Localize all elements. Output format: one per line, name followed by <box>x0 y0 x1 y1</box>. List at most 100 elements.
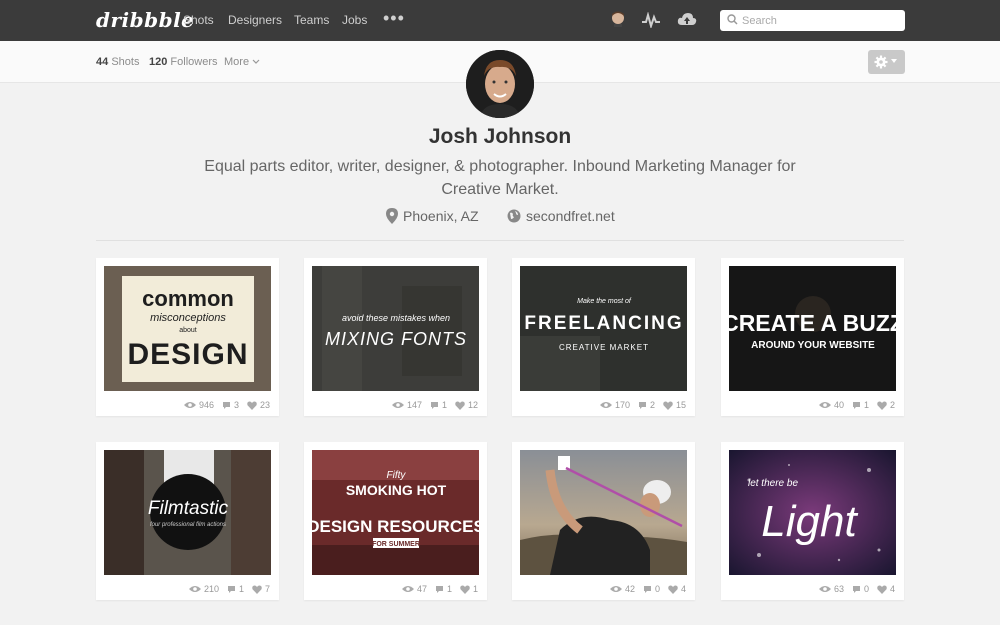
shot-views: 170 <box>599 400 630 410</box>
views-eye-icon <box>401 586 414 592</box>
views-count: 946 <box>198 400 214 410</box>
profile-website-link[interactable]: secondfret.net <box>507 208 615 224</box>
shot-likes[interactable]: 12 <box>455 400 478 410</box>
views-eye-icon <box>183 402 196 408</box>
shot-title-text: Light <box>761 497 858 546</box>
profile-avatar[interactable] <box>466 50 534 118</box>
shot-views: 63 <box>818 584 844 594</box>
upload-cloud-icon[interactable] <box>677 11 697 32</box>
views-eye-icon <box>391 402 404 408</box>
shot-views: 42 <box>609 584 635 594</box>
likes-heart-icon <box>252 584 262 594</box>
likes-count: 2 <box>889 400 895 410</box>
shot-likes[interactable]: 2 <box>877 400 895 410</box>
shot-title-text: DESIGN RESOURCES <box>312 517 479 536</box>
shot-likes[interactable]: 15 <box>663 400 686 410</box>
shot-card[interactable]: let there be Light 63 0 4 <box>721 442 904 600</box>
settings-gear-button[interactable] <box>868 50 905 74</box>
shot-title-text: CREATIVE MARKET <box>559 343 649 352</box>
comments-count: 2 <box>649 400 655 410</box>
search-icon <box>727 14 738 25</box>
gear-icon <box>874 55 888 69</box>
comments-bubble-icon <box>852 585 860 593</box>
shot-likes[interactable]: 7 <box>252 584 270 594</box>
comments-bubble-icon <box>227 585 235 593</box>
shot-comments[interactable]: 1 <box>435 584 452 594</box>
comments-count: 0 <box>863 584 869 594</box>
shot-likes[interactable]: 1 <box>460 584 478 594</box>
likes-heart-icon <box>460 584 470 594</box>
shot-title-text: DESIGN <box>127 338 248 371</box>
shot-stats: 63 0 4 <box>818 584 895 594</box>
shot-stats: 42 0 4 <box>609 584 686 594</box>
likes-heart-icon <box>668 584 678 594</box>
shot-stats: 170 2 15 <box>599 400 686 410</box>
nav-link-shots[interactable]: Shots <box>183 13 214 27</box>
shot-card[interactable]: Make the most of FREELANCING CREATIVE MARK… <box>512 258 695 416</box>
comments-bubble-icon <box>435 585 443 593</box>
more-menu-dots-icon[interactable]: ••• <box>383 8 405 29</box>
likes-count: 4 <box>889 584 895 594</box>
shot-comments[interactable]: 3 <box>222 400 239 410</box>
chevron-down-icon <box>252 59 260 64</box>
more-dropdown[interactable]: More <box>224 56 260 68</box>
shot-thumbnail[interactable] <box>520 450 687 575</box>
shot-title-text: Filmtastic <box>148 498 229 519</box>
shot-thumbnail[interactable]: common misconceptions about DESIGN <box>104 266 271 391</box>
followers-count: 120 <box>149 56 168 68</box>
comments-bubble-icon <box>852 401 860 409</box>
search-input[interactable] <box>742 12 897 29</box>
top-navigation-bar: dribbble Shots Designers Teams Jobs ••• <box>0 0 1000 41</box>
nav-link-teams[interactable]: Teams <box>294 13 329 27</box>
shot-likes[interactable]: 4 <box>877 584 895 594</box>
shot-views: 147 <box>391 400 422 410</box>
shot-likes[interactable]: 23 <box>247 400 270 410</box>
shot-card[interactable]: 42 0 4 <box>512 442 695 600</box>
globe-icon <box>507 209 521 223</box>
likes-heart-icon <box>455 400 465 410</box>
nav-link-jobs[interactable]: Jobs <box>342 13 367 27</box>
shot-title-text: avoid these mistakes when <box>342 313 450 323</box>
shot-title-text: common <box>142 286 234 311</box>
shot-comments[interactable]: 2 <box>638 400 655 410</box>
shot-thumbnail[interactable]: Filmtastic four professional film actions <box>104 450 271 575</box>
user-avatar-icon[interactable] <box>611 11 625 32</box>
comments-count: 3 <box>233 400 239 410</box>
shot-comments[interactable]: 1 <box>227 584 244 594</box>
shot-stats: 40 1 2 <box>818 400 895 410</box>
shot-comments[interactable]: 1 <box>852 400 869 410</box>
shot-title-text: Make the most of <box>577 298 632 305</box>
shot-thumbnail[interactable]: Fifty SMOKING HOT DESIGN RESOURCES FOR SUM… <box>312 450 479 575</box>
shots-count-link[interactable]: 44 Shots <box>96 56 139 68</box>
likes-heart-icon <box>877 584 887 594</box>
shot-likes[interactable]: 4 <box>668 584 686 594</box>
search-box <box>720 10 905 31</box>
caret-down-icon <box>891 59 897 63</box>
shot-comments[interactable]: 0 <box>643 584 660 594</box>
shot-card[interactable]: common misconceptions about DESIGN 946 3 23 <box>96 258 279 416</box>
shot-title-text: FOR SUMMER <box>372 541 420 548</box>
views-count: 170 <box>614 400 630 410</box>
shot-comments[interactable]: 0 <box>852 584 869 594</box>
activity-icon[interactable] <box>641 11 661 33</box>
likes-count: 7 <box>264 584 270 594</box>
views-count: 40 <box>833 400 844 410</box>
shot-thumbnail[interactable]: avoid these mistakes when MIXING FONTS <box>312 266 479 391</box>
profile-name: Josh Johnson <box>428 125 572 148</box>
shot-card[interactable]: avoid these mistakes when MIXING FONTS 14… <box>304 258 487 416</box>
shot-thumbnail[interactable]: let there be Light <box>729 450 896 575</box>
views-count: 147 <box>406 400 422 410</box>
shot-thumbnail[interactable]: Make the most of FREELANCING CREATIVE MARK… <box>520 266 687 391</box>
nav-link-designers[interactable]: Designers <box>228 13 282 27</box>
shot-thumbnail[interactable]: CREATE A BUZZ AROUND YOUR WEBSITE <box>729 266 896 391</box>
shot-card[interactable]: Fifty SMOKING HOT DESIGN RESOURCES FOR SUM… <box>304 442 487 600</box>
shot-card[interactable]: Filmtastic four professional film actions… <box>96 442 279 600</box>
followers-count-link[interactable]: 120 Followers <box>149 56 218 68</box>
dribbble-logo[interactable]: dribbble <box>96 8 194 32</box>
comments-count: 1 <box>238 584 244 594</box>
shot-comments[interactable]: 1 <box>430 400 447 410</box>
shots-count: 44 <box>96 56 109 68</box>
shot-card[interactable]: CREATE A BUZZ AROUND YOUR WEBSITE 40 1 2 <box>721 258 904 416</box>
shot-views: 47 <box>401 584 427 594</box>
shot-title-text: CREATE A BUZZ <box>729 310 896 336</box>
